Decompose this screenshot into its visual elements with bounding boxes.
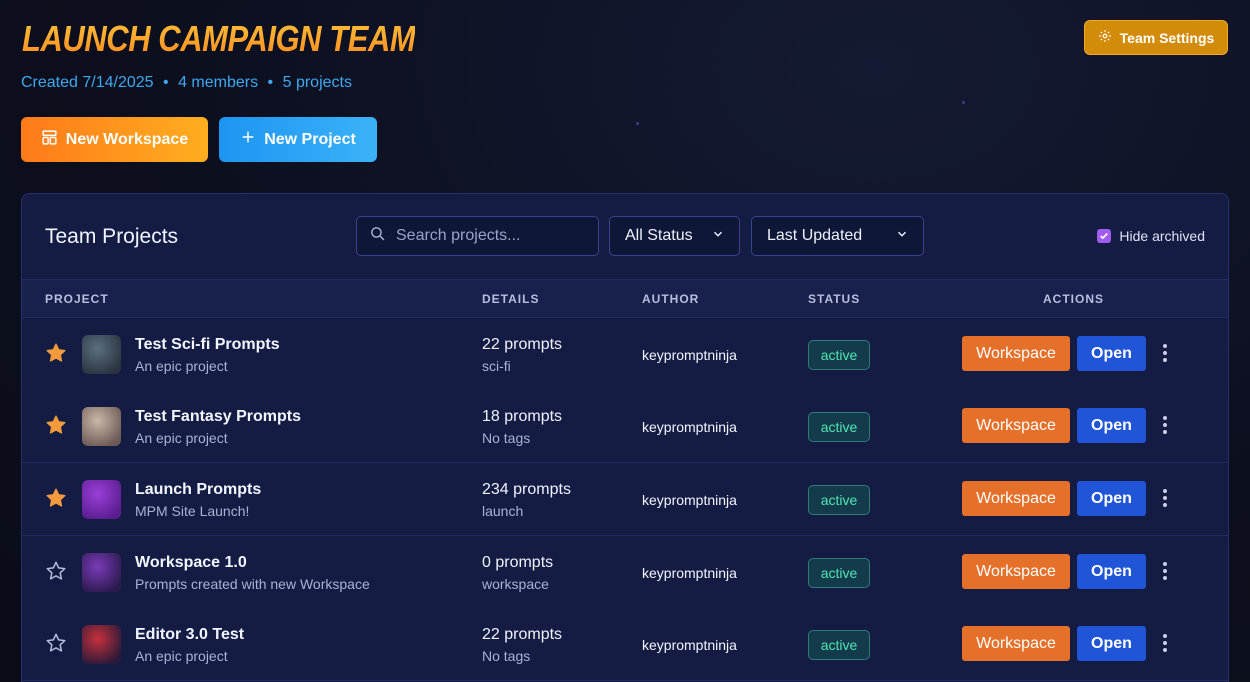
project-author: keypromptninja [642, 347, 737, 363]
open-button[interactable]: Open [1077, 408, 1146, 443]
sort-select[interactable]: Last Updated [751, 216, 924, 256]
status-badge: active [808, 412, 870, 442]
column-header-author: AUTHOR [642, 292, 700, 306]
project-description: An epic project [135, 648, 228, 664]
new-workspace-label: New Workspace [65, 130, 189, 148]
project-tag: launch [482, 503, 524, 519]
more-options-icon[interactable] [1157, 632, 1173, 654]
prompt-count: 18 prompts [482, 408, 563, 425]
workspace-button[interactable]: Workspace [962, 336, 1070, 371]
open-button[interactable]: Open [1077, 481, 1146, 516]
project-description: An epic project [135, 358, 228, 374]
search-input[interactable] [396, 227, 586, 245]
background-dot [962, 101, 965, 104]
project-tag: No tags [482, 648, 531, 664]
project-author: keypromptninja [642, 419, 737, 435]
status-badge: active [808, 630, 870, 660]
project-description: An epic project [135, 430, 228, 446]
column-header-status: STATUS [808, 292, 861, 306]
status-filter-select[interactable]: All Status [609, 216, 740, 256]
star-filled-icon[interactable] [45, 487, 67, 509]
project-thumbnail [82, 407, 121, 446]
prompt-count: 0 prompts [482, 554, 554, 571]
meta-separator: • [163, 74, 169, 91]
prompt-count: 22 prompts [482, 336, 563, 353]
member-count: 4 members [178, 74, 259, 91]
status-badge: active [808, 340, 870, 370]
star-outline-icon[interactable] [45, 560, 67, 582]
new-project-label: New Project [264, 130, 356, 148]
workspace-button[interactable]: Workspace [962, 408, 1070, 443]
more-options-icon[interactable] [1157, 414, 1173, 436]
prompt-count: 22 prompts [482, 626, 563, 643]
star-filled-icon[interactable] [45, 342, 67, 364]
chevron-down-icon [895, 227, 909, 246]
project-thumbnail [82, 553, 121, 592]
table-row[interactable]: Editor 3.0 Test An epic project 22 prompts… [22, 608, 1228, 681]
project-name[interactable]: Editor 3.0 Test [135, 626, 244, 644]
column-header-actions: ACTIONS [1043, 292, 1104, 306]
project-name[interactable]: Workspace 1.0 [135, 554, 247, 572]
project-thumbnail [82, 335, 121, 374]
plus-icon [240, 129, 256, 150]
project-count: 5 projects [282, 74, 352, 91]
layout-icon [41, 129, 58, 151]
chevron-down-icon [711, 227, 725, 246]
open-button[interactable]: Open [1077, 554, 1146, 589]
project-name[interactable]: Test Sci-fi Prompts [135, 336, 280, 354]
workspace-button[interactable]: Workspace [962, 626, 1070, 661]
table-row[interactable]: Workspace 1.0 Prompts created with new Wo… [22, 536, 1228, 609]
project-name[interactable]: Launch Prompts [135, 481, 261, 499]
table-row[interactable]: Launch Prompts MPM Site Launch! 234 prompt… [22, 463, 1228, 536]
status-badge: active [808, 558, 870, 588]
column-header-project: PROJECT [45, 292, 109, 306]
meta-separator: • [267, 74, 274, 91]
table-header: PROJECT DETAILS AUTHOR STATUS ACTIONS [22, 279, 1228, 318]
new-workspace-button[interactable]: New Workspace [21, 117, 208, 162]
project-author: keypromptninja [642, 565, 737, 581]
team-settings-label: Team Settings [1119, 29, 1215, 46]
project-description: Prompts created with new Workspace [135, 576, 370, 592]
gear-icon [1098, 29, 1112, 46]
open-button[interactable]: Open [1077, 336, 1146, 371]
column-header-details: DETAILS [482, 292, 540, 306]
search-icon [369, 225, 386, 247]
star-filled-icon[interactable] [45, 414, 67, 436]
created-date: Created 7/14/2025 [21, 74, 154, 91]
sort-value: Last Updated [767, 227, 863, 244]
table-row[interactable]: Test Fantasy Prompts An epic project 18 pr… [22, 390, 1228, 463]
workspace-button[interactable]: Workspace [962, 554, 1070, 589]
team-settings-button[interactable]: Team Settings [1084, 20, 1228, 55]
project-author: keypromptninja [642, 492, 737, 508]
project-tag: No tags [482, 430, 531, 446]
hide-archived-label: Hide archived [1119, 228, 1205, 244]
project-tag: workspace [482, 576, 549, 592]
team-meta: Created 7/14/2025 • 4 members • 5 projec… [21, 74, 352, 92]
star-outline-icon[interactable] [45, 632, 67, 654]
hide-archived-checkbox[interactable] [1097, 229, 1112, 243]
status-badge: active [808, 485, 870, 515]
table-row[interactable]: Test Sci-fi Prompts An epic project 22 pro… [22, 318, 1228, 391]
status-filter-value: All Status [625, 227, 693, 244]
project-author: keypromptninja [642, 637, 737, 653]
project-thumbnail [82, 625, 121, 664]
background-dot [636, 122, 639, 125]
more-options-icon[interactable] [1157, 560, 1173, 582]
project-thumbnail [82, 480, 121, 519]
new-project-button[interactable]: New Project [219, 117, 377, 162]
team-projects-panel: Team Projects All Status Last Updated Hi… [21, 193, 1229, 682]
project-name[interactable]: Test Fantasy Prompts [135, 408, 301, 426]
more-options-icon[interactable] [1157, 487, 1173, 509]
workspace-button[interactable]: Workspace [962, 481, 1070, 516]
page-title: LAUNCH CAMPAIGN TEAM [22, 18, 416, 59]
hide-archived-toggle[interactable]: Hide archived [1097, 228, 1205, 244]
prompt-count: 234 prompts [482, 481, 571, 498]
search-box[interactable] [356, 216, 599, 256]
open-button[interactable]: Open [1077, 626, 1146, 661]
project-description: MPM Site Launch! [135, 503, 250, 519]
more-options-icon[interactable] [1157, 342, 1173, 364]
panel-title: Team Projects [45, 225, 179, 248]
project-tag: sci-fi [482, 358, 511, 374]
